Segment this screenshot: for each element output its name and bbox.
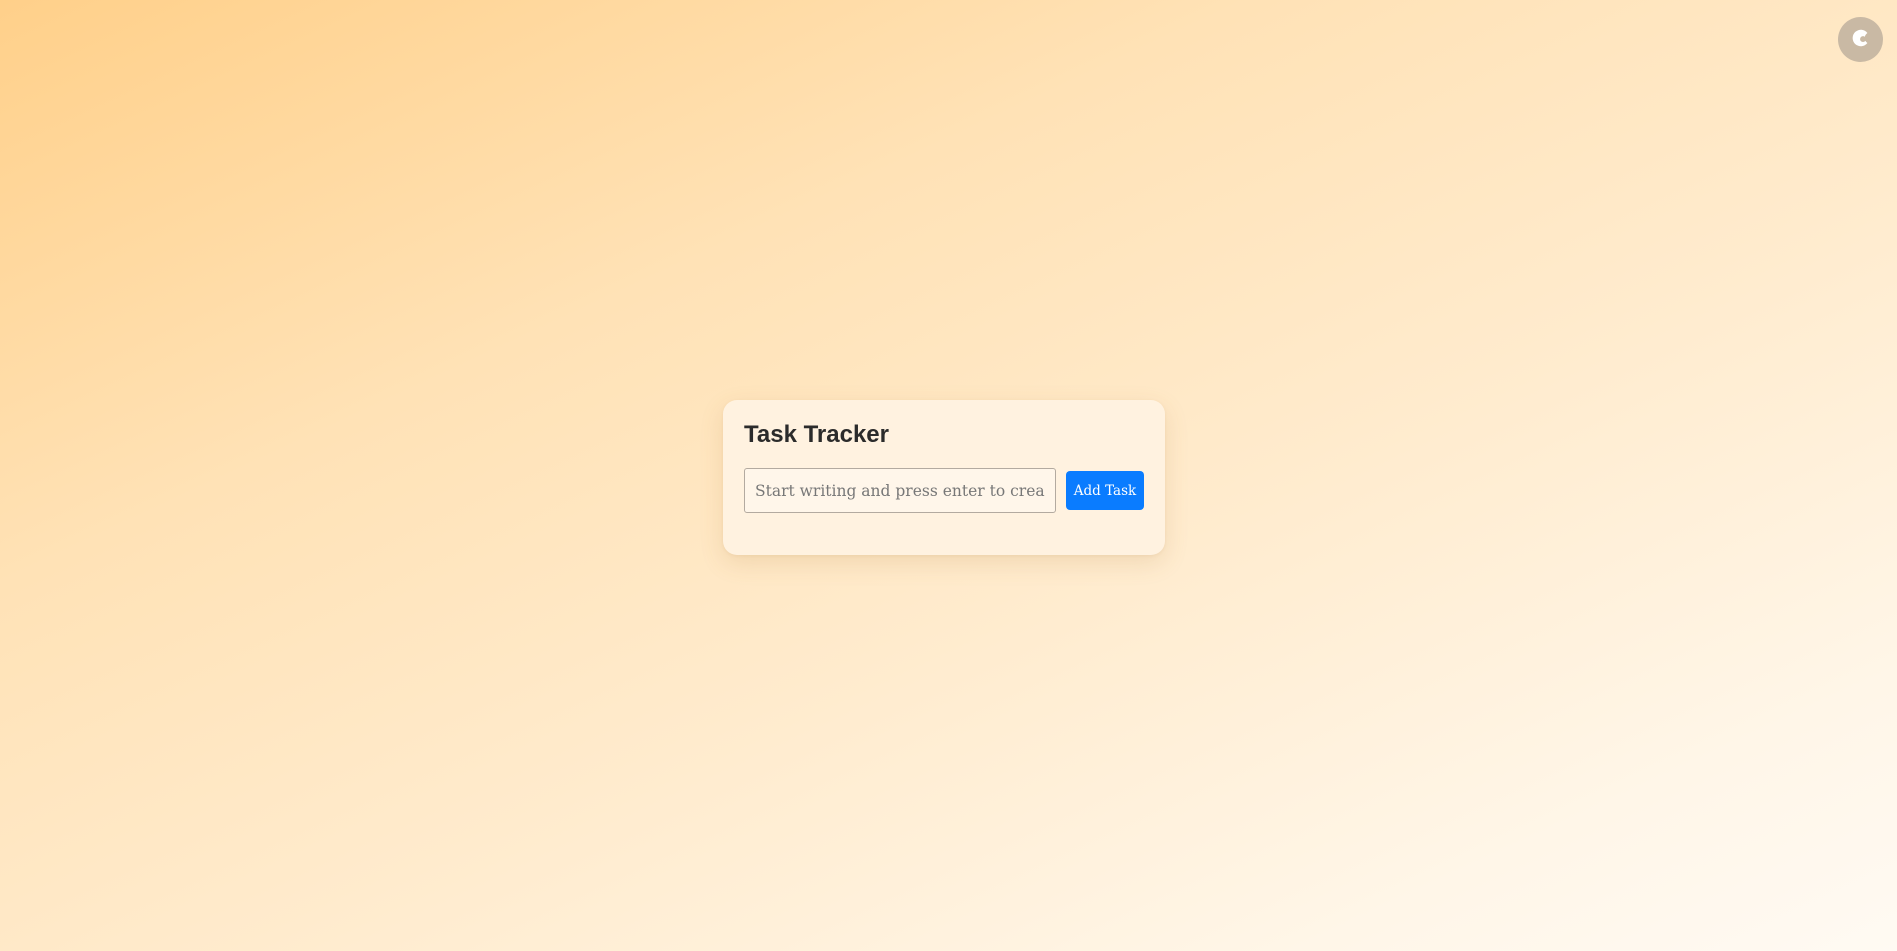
card-title: Task Tracker	[744, 421, 889, 448]
task-input[interactable]	[744, 468, 1056, 513]
task-tracker-card: Task Tracker Add Task	[723, 400, 1165, 555]
theme-toggle-button[interactable]	[1838, 17, 1883, 62]
add-task-button[interactable]: Add Task	[1066, 471, 1144, 510]
task-entry-row: Add Task	[744, 468, 1144, 513]
moon-icon	[1850, 27, 1872, 53]
